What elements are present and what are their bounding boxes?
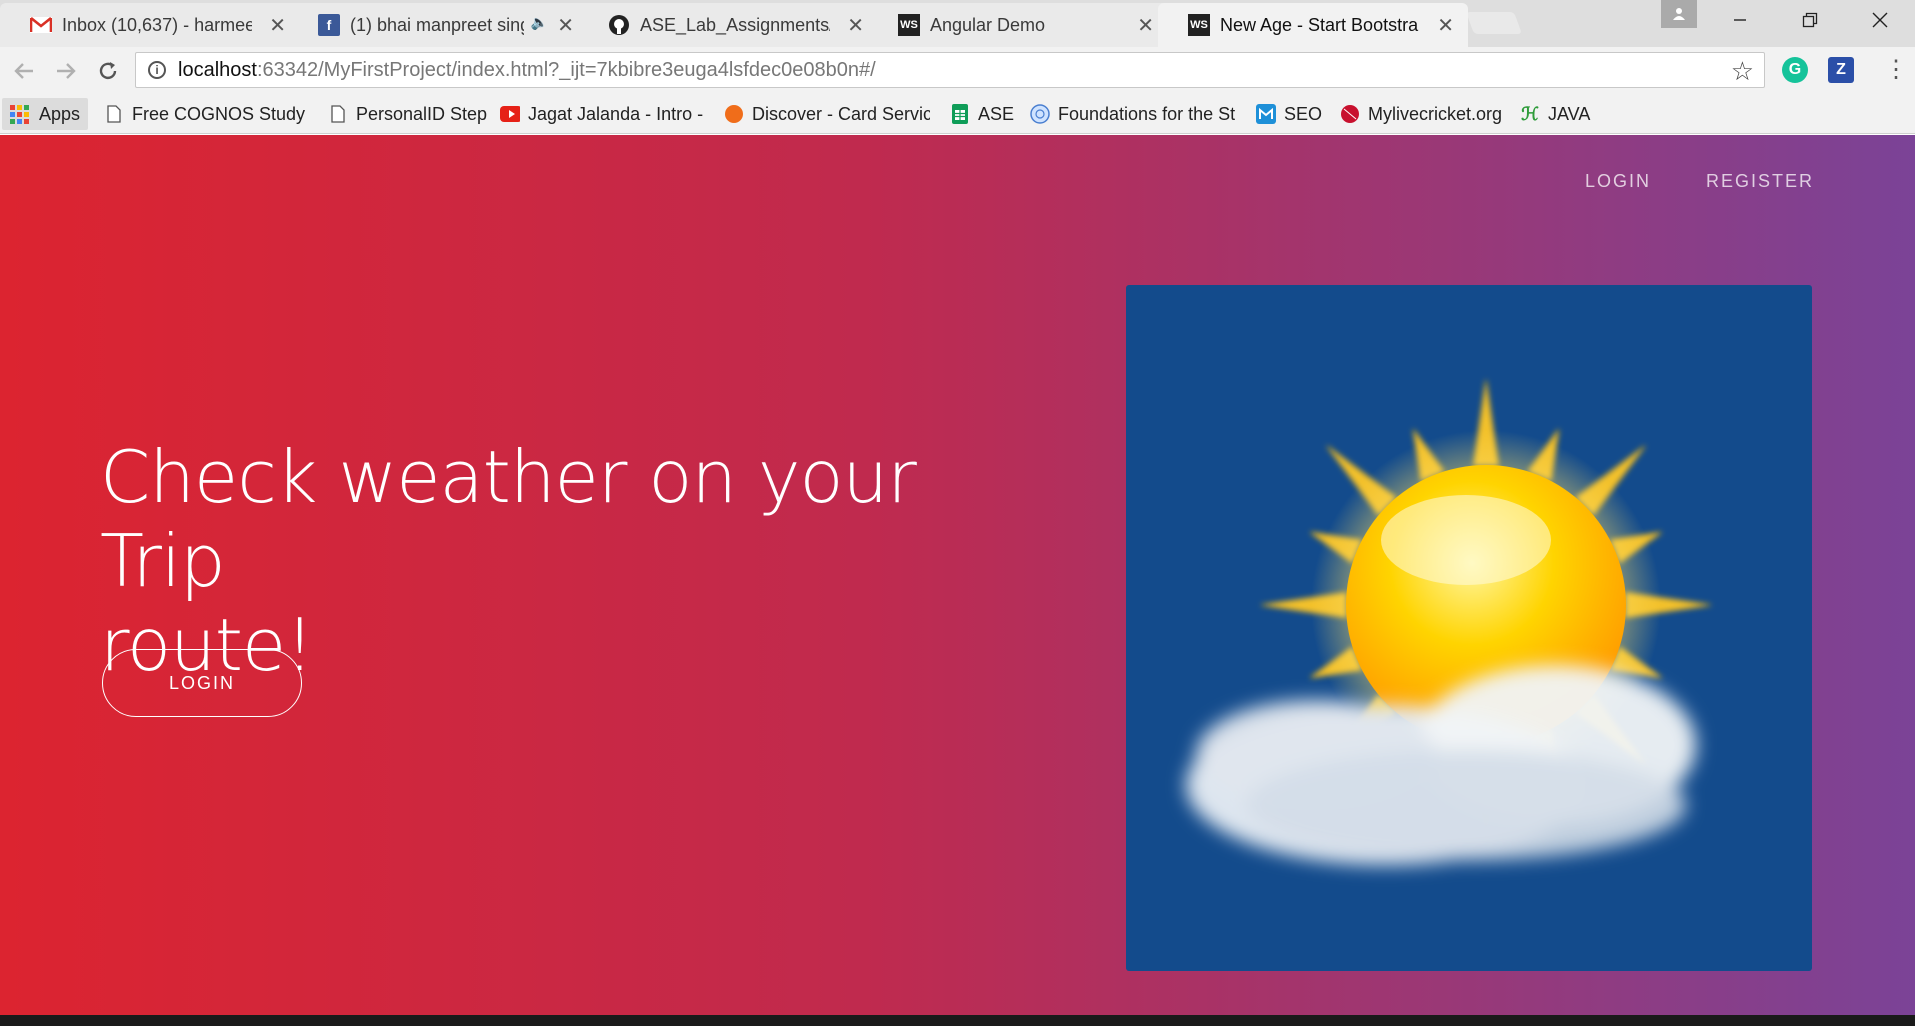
close-icon[interactable]: ✕ — [847, 13, 864, 38]
bookmarks-bar: Apps Free COGNOS Study G PersonalID Step… — [0, 94, 1915, 134]
address-bar[interactable]: i localhost:63342/MyFirstProject/index.h… — [135, 52, 1765, 88]
bookmark-cognos[interactable]: Free COGNOS Study G — [104, 101, 308, 127]
bookmark-label: Discover - Card Servic — [752, 103, 930, 124]
tab-title: Inbox (10,637) - harmeet — [62, 14, 252, 35]
bookmark-label: Free COGNOS Study G — [132, 103, 308, 124]
tab-new-age[interactable]: WS New Age - Start Bootstra ✕ — [1158, 3, 1468, 47]
nav-register-link[interactable]: REGISTER — [1706, 171, 1814, 192]
close-icon[interactable]: ✕ — [1437, 13, 1454, 38]
weather-image — [1126, 285, 1812, 971]
hero-title-line1: Check weather on your Trip — [100, 435, 917, 603]
github-icon — [608, 14, 630, 36]
bookmark-label: Mylivecricket.org — [1368, 103, 1503, 124]
close-window-icon[interactable] — [1848, 0, 1912, 40]
webstorm-icon: WS — [898, 14, 920, 36]
bookmark-apps[interactable]: Apps — [2, 98, 89, 130]
tab-strip: Inbox (10,637) - harmeet ✕ f (1) bhai ma… — [0, 0, 1915, 47]
page-icon — [104, 104, 124, 124]
sheets-icon — [950, 104, 970, 124]
browser-toolbar: i localhost:63342/MyFirstProject/index.h… — [0, 47, 1915, 94]
minimize-icon[interactable] — [1708, 0, 1772, 40]
taskbar-strip — [0, 1015, 1915, 1026]
close-icon[interactable]: ✕ — [1137, 13, 1154, 38]
bookmark-star-icon[interactable]: ☆ — [1731, 56, 1754, 87]
bookmark-discover[interactable]: Discover - Card Servic — [724, 101, 930, 127]
tab-github[interactable]: ASE_Lab_Assignments/La ✕ — [578, 3, 878, 47]
bookmark-jagat-jalanda[interactable]: Jagat Jalanda - Intro - — [500, 101, 710, 127]
bookmark-foundations[interactable]: Foundations for the St — [1030, 101, 1236, 127]
reload-icon[interactable] — [92, 55, 124, 87]
new-tab-button[interactable] — [1465, 12, 1523, 34]
tab-title: Angular Demo — [930, 14, 1046, 35]
bookmark-ase[interactable]: ASE — [950, 101, 1020, 127]
java-icon: ℋ — [1521, 103, 1539, 124]
menu-icon[interactable]: ⋮ — [1884, 55, 1908, 84]
bookmark-label: PersonalID Step — [356, 103, 488, 124]
url-host: localhost — [178, 59, 257, 81]
bookmark-label: Apps — [39, 103, 81, 124]
tab-angular-demo[interactable]: WS Angular Demo ✕ — [868, 3, 1168, 47]
back-icon[interactable] — [8, 55, 40, 87]
url-text: localhost:63342/MyFirstProject/index.htm… — [178, 59, 876, 82]
close-icon[interactable]: ✕ — [557, 13, 574, 38]
moz-icon — [1256, 104, 1276, 124]
cricket-ball-icon — [1340, 104, 1360, 124]
bookmark-label: ASE — [978, 103, 1015, 124]
tab-facebook[interactable]: f (1) bhai manpreet sing 🔈 ✕ — [288, 3, 588, 47]
page-icon — [328, 104, 348, 124]
bookmark-personalid[interactable]: PersonalID Step — [328, 101, 488, 127]
tab-title: (1) bhai manpreet sing — [350, 14, 524, 35]
bookmark-label: Foundations for the St — [1058, 103, 1236, 124]
zoho-icon[interactable]: Z — [1828, 57, 1854, 83]
nav-login-link[interactable]: LOGIN — [1585, 171, 1651, 192]
bookmark-label: JAVA — [1548, 103, 1591, 124]
youtube-icon — [500, 104, 520, 124]
bookmark-mylivecricket[interactable]: Mylivecricket.org — [1340, 101, 1516, 127]
tab-gmail[interactable]: Inbox (10,637) - harmeet ✕ — [0, 3, 300, 47]
bookmark-label: Jagat Jalanda - Intro - — [528, 103, 704, 124]
bookmark-seo[interactable]: SEO — [1256, 101, 1336, 127]
restore-icon[interactable] — [1778, 0, 1842, 40]
facebook-icon: f — [318, 14, 340, 36]
webstorm-icon: WS — [1188, 14, 1210, 36]
bookmark-java[interactable]: ℋ JAVA — [1520, 101, 1600, 127]
tab-title: New Age - Start Bootstra — [1220, 14, 1419, 35]
apps-icon — [10, 104, 29, 124]
url-path: :63342/MyFirstProject/index.html?_ijt=7k… — [256, 59, 876, 81]
speaker-icon[interactable]: 🔈 — [531, 14, 548, 31]
bookmark-label: SEO — [1284, 103, 1323, 124]
tab-title: ASE_Lab_Assignments/La — [640, 14, 830, 35]
hero-login-button[interactable]: LOGIN — [102, 649, 302, 717]
grammarly-icon[interactable]: G — [1782, 57, 1808, 83]
gmail-icon — [30, 14, 52, 36]
discover-icon — [724, 104, 744, 124]
profile-icon[interactable] — [1661, 0, 1697, 28]
info-icon[interactable]: i — [148, 61, 166, 79]
forward-icon[interactable] — [50, 55, 82, 87]
page-hero: LOGIN REGISTER Check weather on your Tri… — [0, 135, 1915, 1015]
sun-behind-cloud-icon — [1186, 379, 1712, 865]
globe-icon — [1030, 104, 1050, 124]
close-icon[interactable]: ✕ — [269, 13, 286, 38]
